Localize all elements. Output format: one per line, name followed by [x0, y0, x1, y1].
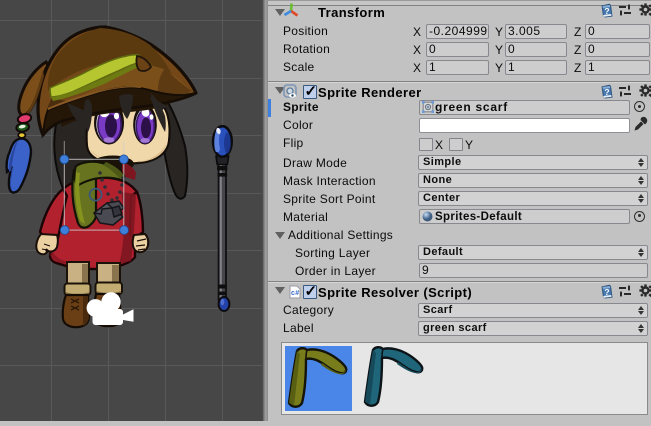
svg-text:?: ?: [604, 6, 610, 16]
svg-text:?: ?: [604, 287, 610, 297]
svg-text:?: ?: [604, 87, 610, 97]
svg-text:c#: c#: [291, 290, 299, 297]
